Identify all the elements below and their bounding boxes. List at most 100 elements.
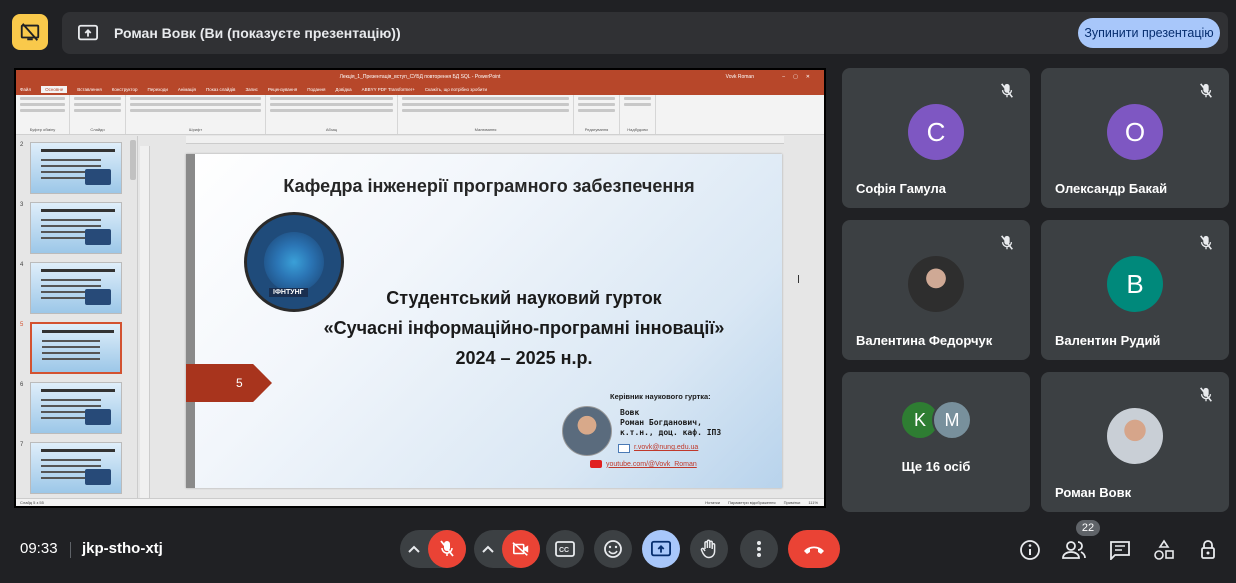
pp-tab[interactable]: Довідка [335, 87, 351, 92]
pp-ribbon: Буфер обміну Слайди Шрифт Абзац Малюванн… [16, 95, 824, 135]
more-options-button[interactable] [740, 530, 778, 568]
pp-tell-me[interactable]: Скажіть, що потрібно зробити [425, 87, 487, 92]
ribbon-group[interactable]: Малювання [398, 95, 574, 134]
participant-tile[interactable]: C Софія Гамула [842, 68, 1030, 208]
leader-name: Роман Богданович, [620, 418, 702, 427]
slide-thumbnail-selected[interactable] [30, 322, 122, 374]
activities-icon[interactable] [1152, 538, 1176, 562]
avatar: C [908, 104, 964, 160]
avatar: B [1107, 256, 1163, 312]
ribbon-group-label: Слайди [90, 127, 105, 132]
current-slide[interactable]: Кафедра інженерії програмного забезпечен… [186, 154, 782, 488]
call-end-icon [804, 546, 824, 554]
leader-title: к.т.н., доц. каф. ІПЗ [620, 428, 722, 437]
mic-off-icon [440, 540, 454, 557]
others-tile[interactable]: K M Ще 16 осіб [842, 372, 1030, 512]
pp-tabs: Файл Основне Вставлення Конструктор Пере… [16, 84, 824, 95]
ribbon-group-label: Малювання [474, 127, 497, 132]
ribbon-group[interactable]: Надбудови [620, 95, 656, 134]
present-button[interactable] [642, 530, 680, 568]
leader-surname: Вовк [620, 408, 640, 417]
pp-tab[interactable]: Запис [245, 87, 257, 92]
ribbon-group[interactable]: Абзац [266, 95, 398, 134]
mic-off-icon [998, 234, 1016, 252]
thumb-number: 7 [20, 442, 24, 448]
presenting-indicator[interactable] [12, 14, 48, 50]
ribbon-group[interactable]: Буфер обміну [16, 95, 70, 134]
pp-tab[interactable]: Показ слайдів [206, 87, 235, 92]
avatar: M [932, 400, 972, 440]
thumb-number: 5 [20, 322, 24, 328]
stop-presenting-button[interactable]: Зупинити презентацію [1078, 18, 1220, 48]
mic-toggle-button[interactable] [428, 530, 466, 568]
chat-icon[interactable] [1108, 538, 1132, 562]
ribbon-group[interactable]: Слайди [70, 95, 126, 134]
banner-title: Роман Вовк (Ви (показуєте презентацію)) [114, 25, 401, 41]
pp-tab[interactable]: ABBYY PDF Transformer+ [362, 87, 415, 92]
thumb-number: 3 [20, 202, 24, 208]
host-controls-icon[interactable] [1196, 538, 1220, 562]
camera-toggle-button[interactable] [502, 530, 540, 568]
youtube-link[interactable]: youtube.com/@Vovk_Roman [590, 460, 697, 468]
slide-number-arrow: 5 [186, 364, 272, 402]
slide-line-2: «Сучасні інформаційно-програмні інноваці… [323, 318, 725, 338]
slide-thumbnail[interactable] [30, 442, 122, 494]
people-icon[interactable] [1062, 538, 1086, 562]
participant-tile[interactable]: Валентина Федорчук [842, 220, 1030, 360]
ribbon-group[interactable]: Редагування [574, 95, 620, 134]
more-vert-icon [757, 541, 761, 557]
slide-counter: Слайд 5 з 55 [20, 500, 44, 505]
control-bar: 09:33 jkp-stho-xtj CC 22 [0, 516, 1236, 583]
pp-status-bar: Слайд 5 з 55 Нотатки Параметри відображе… [16, 498, 824, 506]
leave-call-button[interactable] [788, 530, 840, 568]
ribbon-group[interactable]: Шрифт [126, 95, 266, 134]
pp-tab[interactable]: Анімація [178, 87, 196, 92]
thumbnails-scrollbar[interactable] [130, 140, 136, 180]
participant-name: Софія Гамула [856, 181, 946, 196]
reactions-button[interactable] [594, 530, 632, 568]
view-settings-button[interactable]: Параметри відображення [728, 500, 776, 505]
window-controls-icon[interactable]: –▢✕ [782, 74, 818, 80]
present-screen-icon [651, 540, 671, 557]
notes-button[interactable]: Нотатки [705, 500, 720, 505]
slide-thumbnail[interactable] [30, 262, 122, 314]
pp-tab[interactable]: Файл [20, 87, 31, 92]
pp-tab[interactable]: Вставлення [77, 87, 102, 92]
mic-off-icon [1197, 234, 1215, 252]
pp-body: 2 3 4 5 6 7 Кафедра інженерії програмног… [16, 136, 824, 498]
ribbon-group-label: Абзац [325, 127, 338, 132]
participant-tile-self[interactable]: Роман Вовк [1041, 372, 1229, 512]
pp-title-bar: Лекція_1_Презентація_вступ_СУБД повторен… [16, 70, 824, 84]
participant-tile[interactable]: B Валентин Рудий [1041, 220, 1229, 360]
pp-tab[interactable]: Переходи [147, 87, 167, 92]
slide-thumbnail[interactable] [30, 382, 122, 434]
ribbon-group-label: Буфер обміну [29, 127, 56, 132]
info-icon[interactable] [1018, 538, 1042, 562]
chevron-up-icon[interactable] [474, 545, 502, 553]
pp-tab[interactable]: Основне [41, 86, 68, 93]
pp-tab[interactable]: Рецензування [268, 87, 297, 92]
comments-button[interactable]: Примітки [784, 500, 801, 505]
slide-heading: Кафедра інженерії програмного забезпечен… [283, 176, 695, 196]
participant-tile[interactable]: O Олександр Бакай [1041, 68, 1229, 208]
participant-name: Валентина Федорчук [856, 333, 993, 348]
svg-text:CC: CC [559, 547, 569, 554]
raise-hand-button[interactable] [690, 530, 728, 568]
participant-name: Роман Вовк [1055, 485, 1132, 500]
chevron-up-icon[interactable] [400, 545, 428, 553]
pp-tab[interactable]: Конструктор [112, 87, 138, 92]
thumb-number: 4 [20, 262, 24, 268]
captions-button[interactable]: CC [546, 530, 584, 568]
mail-icon [618, 444, 630, 453]
no-present-icon [20, 23, 40, 41]
slide-left-bar [186, 154, 195, 488]
zoom-level[interactable]: 111% [808, 500, 818, 505]
mouse-cursor-icon [798, 275, 804, 283]
slide-thumbnails: 2 3 4 5 6 7 [16, 136, 138, 498]
pp-tab[interactable]: Подання [307, 87, 325, 92]
slide-thumbnail[interactable] [30, 202, 122, 254]
leader-photo [562, 406, 612, 456]
others-label: Ще 16 осіб [901, 459, 971, 474]
slide-thumbnail[interactable] [30, 142, 122, 194]
email-link[interactable]: r.vovk@nung.edu.ua [634, 444, 698, 451]
